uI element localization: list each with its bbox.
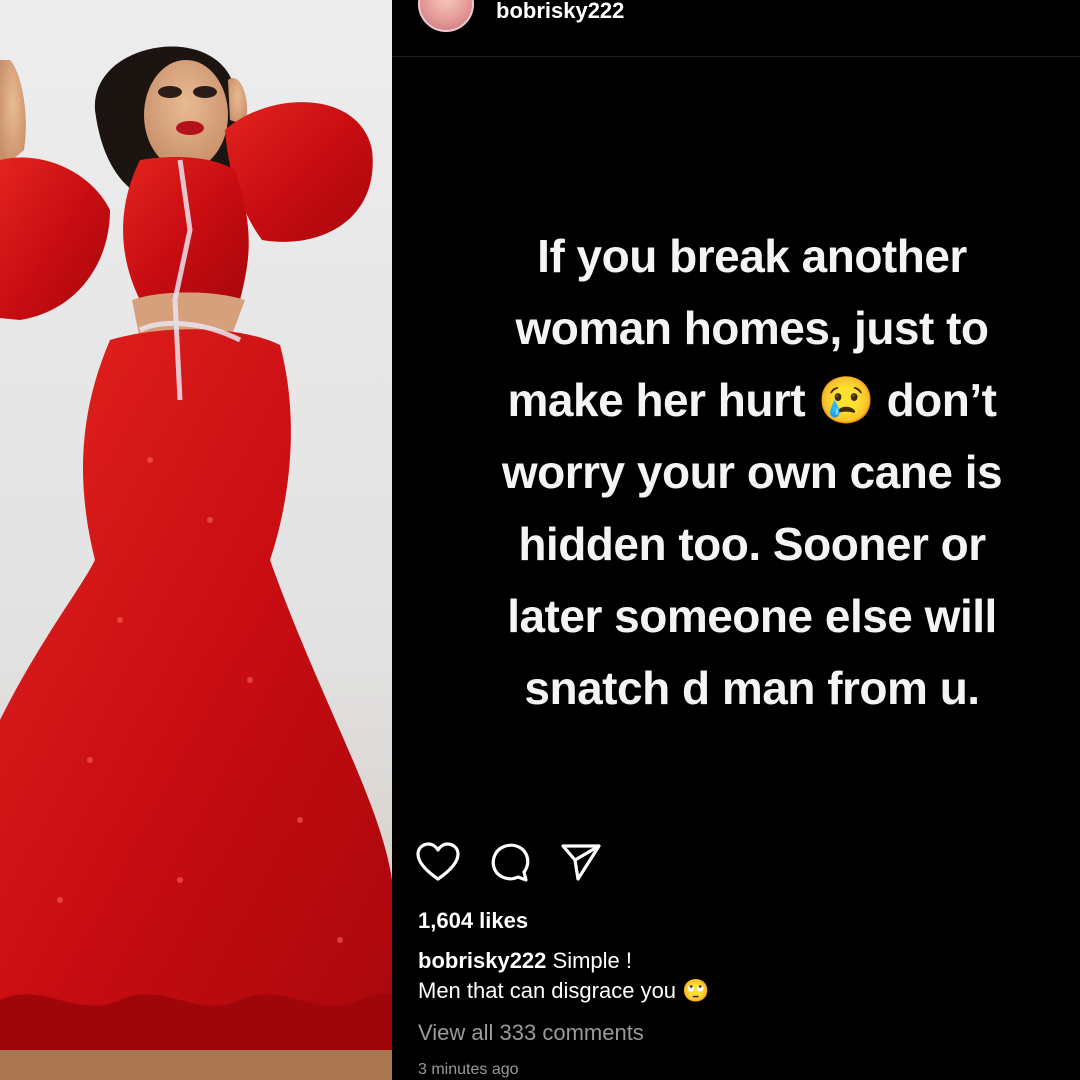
quote-line: snatch d man from u.	[524, 662, 980, 714]
post-timestamp: 3 minutes ago	[418, 1061, 519, 1078]
caption-username[interactable]: bobrisky222	[418, 948, 546, 973]
quote-line: hidden too. Sooner or	[518, 518, 986, 570]
caption-line-2: Men that can disgrace you 🙄	[418, 978, 710, 1003]
quote-line: woman homes, just to	[515, 302, 989, 354]
quote-line: later someone else will	[507, 590, 997, 642]
caption-text: Simple !	[552, 948, 633, 973]
heart-icon[interactable]	[416, 842, 460, 882]
post-actions	[416, 840, 602, 884]
send-icon[interactable]	[560, 842, 602, 882]
quote-line: worry your own cane is	[501, 446, 1003, 498]
view-comments-link[interactable]: View all 333 comments	[418, 1020, 644, 1046]
red-gown-illustration	[0, 46, 392, 1080]
post-username[interactable]: bobrisky222	[496, 0, 624, 22]
quote-line: If you break another	[537, 230, 967, 282]
post-photo	[0, 0, 392, 1080]
instagram-post-panel: bobrisky222 If you break another woman h…	[392, 0, 1080, 1080]
comment-icon[interactable]	[490, 842, 530, 882]
post-header: bobrisky222	[392, 0, 1080, 57]
likes-count[interactable]: 1,604 likes	[418, 908, 528, 934]
quote-line: make her hurt 😢 don’t	[507, 374, 997, 426]
avatar[interactable]	[418, 0, 474, 32]
post-quote-text: If you break another woman homes, just t…	[462, 220, 1042, 724]
caption-line: bobrisky222 Simple !	[418, 946, 1058, 976]
post-caption: bobrisky222 Simple ! Men that can disgra…	[418, 946, 1058, 1006]
screenshot-collage: bobrisky222 If you break another woman h…	[0, 0, 1080, 1080]
